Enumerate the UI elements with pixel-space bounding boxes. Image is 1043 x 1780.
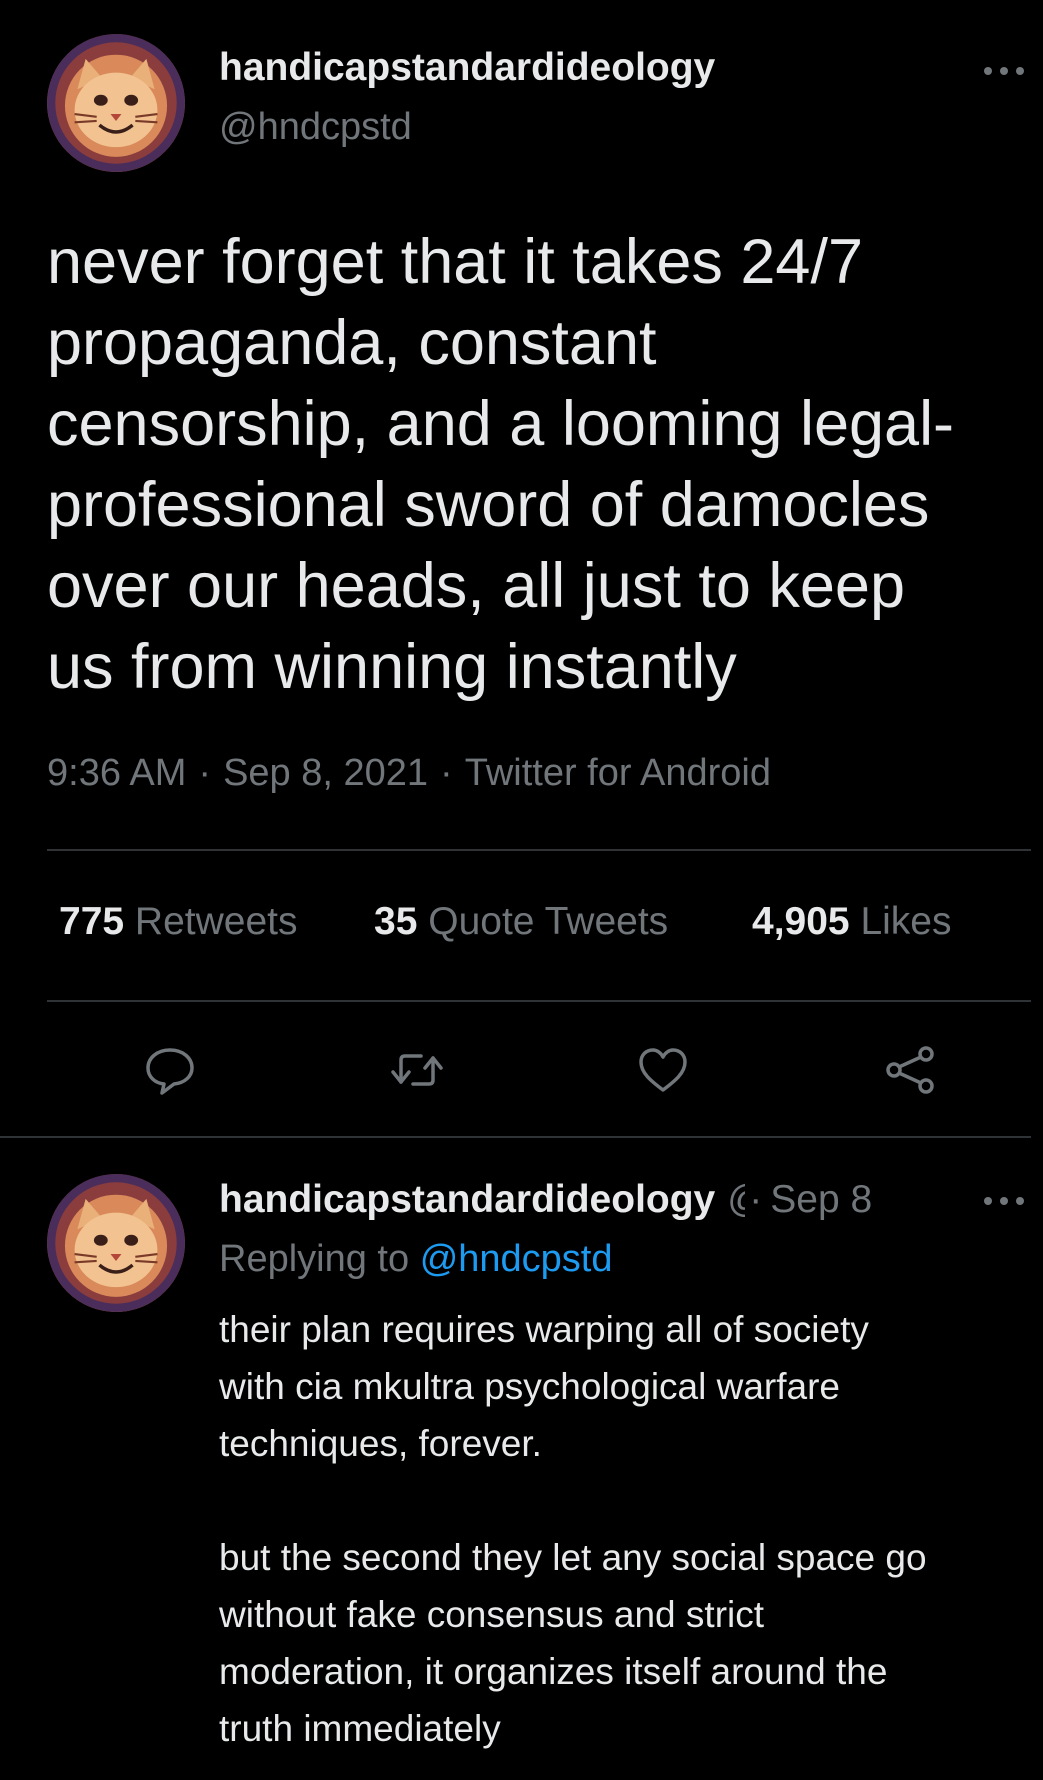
quote-tweets-stat[interactable]: 35 Quote Tweets <box>374 900 668 944</box>
retweets-count: 775 <box>59 900 125 943</box>
more-options-icon[interactable] <box>982 1194 1026 1208</box>
tweet-metadata: 9:36 AM · Sep 8, 2021 · Twitter for Android <box>47 752 771 795</box>
replying-to-label: Replying to <box>219 1238 410 1280</box>
share-icon[interactable] <box>880 1040 940 1100</box>
reply-icon[interactable] <box>140 1040 200 1100</box>
replying-to: Replying to @hndcpstd <box>219 1238 613 1281</box>
likes-count: 4,905 <box>752 900 850 943</box>
retweets-stat[interactable]: 775 Retweets <box>59 900 298 944</box>
more-options-icon[interactable] <box>982 64 1026 78</box>
reply-text: their plan requires warping all of socie… <box>219 1309 927 1749</box>
reply-date[interactable]: Sep 8 <box>770 1178 872 1221</box>
retweets-label: Retweets <box>134 900 298 943</box>
reply-header: handicapstandardideology @·Sep 8 <box>219 1178 959 1228</box>
replying-to-mention-link[interactable]: @hndcpstd <box>420 1238 613 1280</box>
cat-avatar-icon[interactable] <box>47 1174 185 1312</box>
separator: · <box>198 752 212 794</box>
reply-author-handle[interactable]: @ <box>727 1178 745 1222</box>
tweet-source[interactable]: Twitter for Android <box>465 752 771 794</box>
tweet-time[interactable]: 9:36 AM <box>47 752 186 794</box>
likes-stat[interactable]: 4,905 Likes <box>752 900 952 944</box>
reply-author-display-name[interactable]: handicapstandardideology <box>219 1178 715 1221</box>
author-display-name[interactable]: handicapstandardideology <box>219 46 715 90</box>
quote-tweets-count: 35 <box>374 900 418 943</box>
likes-label: Likes <box>860 900 952 943</box>
separator: · <box>749 1178 763 1221</box>
separator: · <box>440 752 453 794</box>
quote-tweets-label: Quote Tweets <box>428 900 669 943</box>
reply-tweet[interactable]: handicapstandardideology @·Sep 8 Replying… <box>0 1138 1043 1780</box>
author-handle[interactable]: @hndcpstd <box>219 106 412 149</box>
tweet-text: never forget that it takes 24/7 propagan… <box>47 227 955 702</box>
like-icon[interactable] <box>633 1040 693 1100</box>
main-tweet: handicapstandardideology @hndcpstd never… <box>0 0 1043 1138</box>
divider <box>47 1000 1031 1002</box>
retweet-icon[interactable] <box>387 1040 447 1100</box>
tweet-date[interactable]: Sep 8, 2021 <box>223 752 428 794</box>
cat-avatar-icon[interactable] <box>47 34 185 172</box>
divider <box>47 849 1031 851</box>
tweet-stats: 775 Retweets 35 Quote Tweets 4,905 Likes <box>0 900 1043 960</box>
